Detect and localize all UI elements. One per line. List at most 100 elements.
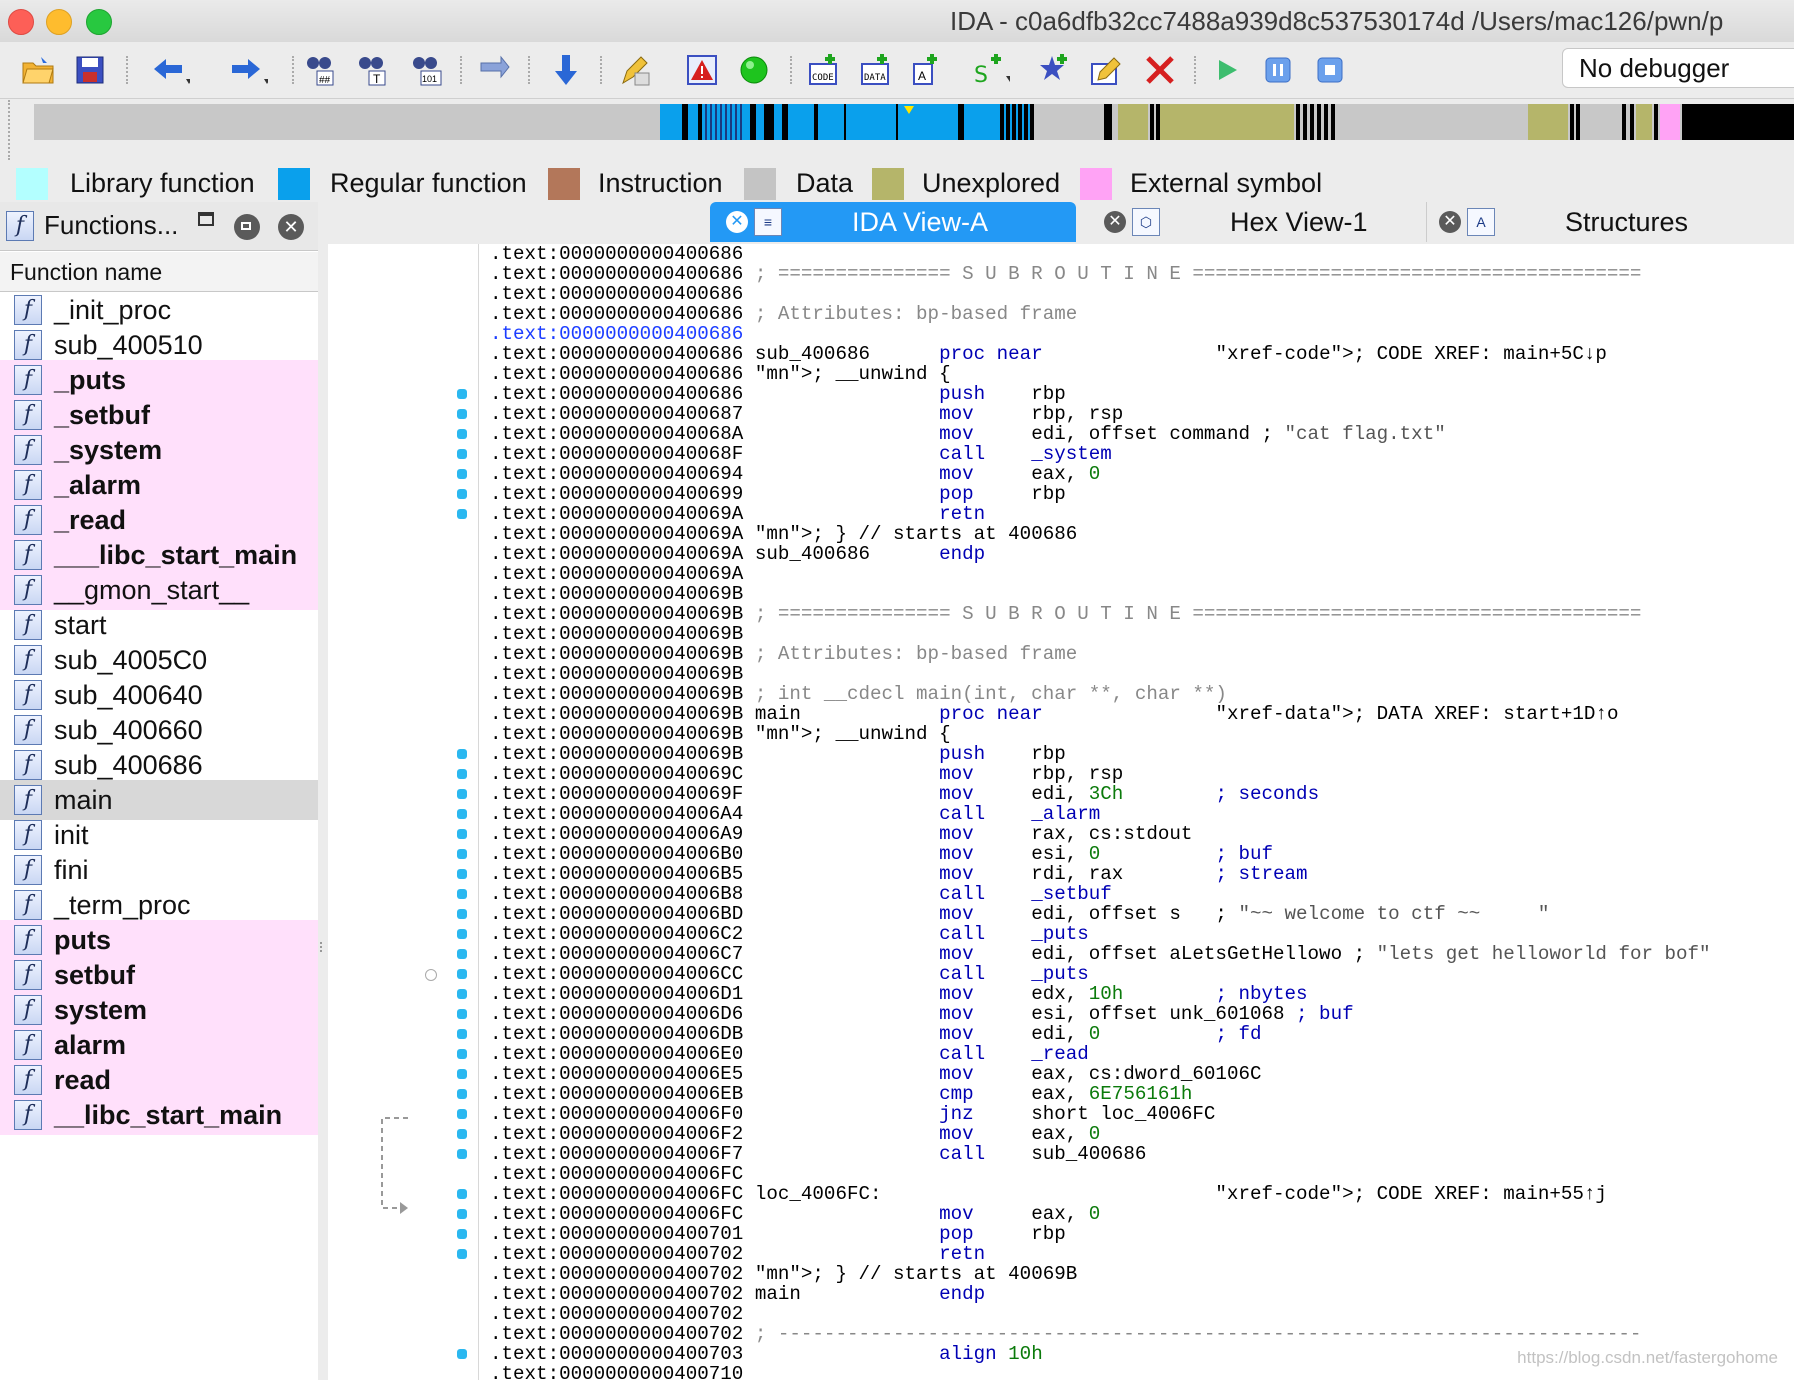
disasm-line[interactable]: .text:0000000000400686 sub_400686 proc n… [490, 344, 1711, 364]
disasm-line[interactable]: .text:00000000004006D1 mov edx, 10h ; nb… [490, 984, 1711, 1004]
breakpoint-dot[interactable] [457, 809, 467, 819]
breakpoint-dot[interactable] [457, 849, 467, 859]
green-circle-icon[interactable] [734, 50, 774, 90]
breakpoint-dot[interactable] [457, 949, 467, 959]
breakpoint-dot[interactable] [457, 509, 467, 519]
disasm-line[interactable]: .text:00000000004006CC call _puts [490, 964, 1711, 984]
disasm-line[interactable]: .text:000000000040069B [490, 664, 1711, 684]
forward-arrow-icon[interactable] [228, 50, 268, 90]
edit-pencil-icon[interactable] [1086, 50, 1126, 90]
function-row[interactable]: f puts [0, 920, 318, 960]
breakpoint-dot[interactable] [457, 1009, 467, 1019]
float-panel-icon[interactable] [234, 214, 260, 240]
problems-icon[interactable] [682, 50, 722, 90]
disasm-line[interactable]: .text:00000000004006F0 jnz short loc_400… [490, 1104, 1711, 1124]
breakpoint-dot[interactable] [457, 1189, 467, 1199]
disasm-line[interactable]: .text:000000000040069B [490, 584, 1711, 604]
breakpoint-dot[interactable] [457, 469, 467, 479]
disasm-line[interactable]: .text:000000000040069B main proc near "x… [490, 704, 1711, 724]
disasm-line[interactable]: .text:0000000000400687 mov rbp, rsp [490, 404, 1711, 424]
make-code-icon[interactable]: CODE [804, 50, 844, 90]
disasm-line[interactable]: .text:00000000004006A4 call _alarm [490, 804, 1711, 824]
breakpoint-dot[interactable] [457, 1149, 467, 1159]
disasm-line[interactable]: .text:000000000040069A "mn">; } // start… [490, 524, 1711, 544]
window-zoom-button[interactable] [86, 9, 112, 35]
disasm-line[interactable]: .text:00000000004006A9 mov rax, cs:stdou… [490, 824, 1711, 844]
function-row[interactable]: f read [0, 1060, 318, 1100]
tab-hex-view-1[interactable]: ✕ ⬡ Hex View-1 [1088, 202, 1418, 242]
jump-icon[interactable] [474, 50, 514, 90]
disasm-line[interactable]: .text:00000000004006F2 mov eax, 0 [490, 1124, 1711, 1144]
breakpoint-dot[interactable] [457, 1109, 467, 1119]
disasm-line[interactable]: .text:000000000040069B "mn">; __unwind { [490, 724, 1711, 744]
disasm-line[interactable]: .text:00000000004006FC [490, 1164, 1711, 1184]
search-binary-icon[interactable]: ## [300, 50, 340, 90]
disasm-line[interactable]: .text:000000000040069B ; Attributes: bp-… [490, 644, 1711, 664]
breakpoint-dot[interactable] [457, 1229, 467, 1239]
back-arrow-icon[interactable] [150, 50, 190, 90]
debugger-select[interactable]: No debugger [1562, 48, 1794, 88]
function-row[interactable]: f main [0, 780, 318, 820]
disasm-line[interactable]: .text:000000000040069A sub_400686 endp [490, 544, 1711, 564]
stop-icon[interactable] [1310, 50, 1350, 90]
disasm-line[interactable]: .text:00000000004006FC mov eax, 0 [490, 1204, 1711, 1224]
disasm-line[interactable]: .text:0000000000400686 ; ===============… [490, 264, 1711, 284]
function-row[interactable]: f sub_400660 [0, 710, 318, 750]
disasm-line[interactable]: .text:00000000004006BD mov edi, offset s… [490, 904, 1711, 924]
disasm-line[interactable]: .text:0000000000400686 [490, 284, 1711, 304]
disasm-line[interactable]: .text:00000000004006D6 mov esi, offset u… [490, 1004, 1711, 1024]
disasm-line[interactable]: .text:00000000004006E0 call _read [490, 1044, 1711, 1064]
disasm-line[interactable]: .text:0000000000400699 pop rbp [490, 484, 1711, 504]
run-play-icon[interactable] [1206, 50, 1246, 90]
disasm-line[interactable]: .text:000000000040069F mov edi, 3Ch ; se… [490, 784, 1711, 804]
breakpoint-dot[interactable] [457, 489, 467, 499]
breakpoint-dot[interactable] [457, 749, 467, 759]
disasm-line[interactable]: .text:000000000040069A retn [490, 504, 1711, 524]
navigation-band[interactable] [0, 100, 1794, 160]
breakpoint-dot[interactable] [457, 449, 467, 459]
disasm-line[interactable]: .text:00000000004006C7 mov edi, offset a… [490, 944, 1711, 964]
breakpoint-dot[interactable] [457, 969, 467, 979]
disasm-line[interactable]: .text:00000000004006E5 mov eax, cs:dword… [490, 1064, 1711, 1084]
breakpoint-dot[interactable] [457, 429, 467, 439]
disasm-line[interactable]: .text:000000000040068F call _system [490, 444, 1711, 464]
close-tab-icon[interactable]: ✕ [1104, 211, 1126, 233]
disasm-line[interactable]: .text:0000000000400702 [490, 1304, 1711, 1324]
disasm-line[interactable]: .text:00000000004006C2 call _puts [490, 924, 1711, 944]
function-row[interactable]: f init [0, 815, 318, 855]
make-struct-icon[interactable]: S [970, 50, 1010, 90]
disasm-line[interactable]: .text:0000000000400702 ; ---------------… [490, 1324, 1711, 1344]
breakpoint-dot[interactable] [457, 1029, 467, 1039]
undefine-x-icon[interactable] [1140, 50, 1180, 90]
function-row[interactable]: f _init_proc [0, 290, 318, 330]
function-row[interactable]: f _system [0, 430, 318, 470]
disasm-line[interactable]: .text:00000000004006B5 mov rdi, rax ; st… [490, 864, 1711, 884]
disasm-line[interactable]: .text:0000000000400686 ; Attributes: bp-… [490, 304, 1711, 324]
tab-structures[interactable]: ✕ A Structures [1426, 202, 1794, 242]
search-text-icon[interactable]: T [352, 50, 392, 90]
disasm-line[interactable]: .text:0000000000400701 pop rbp [490, 1224, 1711, 1244]
disasm-line[interactable]: .text:00000000004006F7 call sub_400686 [490, 1144, 1711, 1164]
make-data-icon[interactable]: DATA [856, 50, 896, 90]
window-close-button[interactable] [8, 9, 34, 35]
disasm-line[interactable]: .text:00000000004006EB cmp eax, 6E756161… [490, 1084, 1711, 1104]
breakpoint-dot[interactable] [457, 1129, 467, 1139]
disasm-line[interactable]: .text:0000000000400702 main endp [490, 1284, 1711, 1304]
breakpoint-dot[interactable] [457, 909, 467, 919]
breakpoint-dot[interactable] [457, 1069, 467, 1079]
function-row[interactable]: f sub_400686 [0, 745, 318, 785]
disasm-line[interactable]: .text:0000000000400694 mov eax, 0 [490, 464, 1711, 484]
close-tab-icon[interactable]: ✕ [1439, 211, 1461, 233]
breakpoint-dot[interactable] [457, 1049, 467, 1059]
disasm-line[interactable]: .text:00000000004006DB mov edi, 0 ; fd [490, 1024, 1711, 1044]
disasm-line[interactable]: .text:0000000000400686 push rbp [490, 384, 1711, 404]
function-name-column-header[interactable]: Function name [0, 252, 318, 292]
disasm-line[interactable]: .text:00000000004006FC loc_4006FC: "xref… [490, 1184, 1711, 1204]
breakpoint-dot[interactable] [457, 829, 467, 839]
close-panel-icon[interactable]: ✕ [278, 214, 304, 240]
breakpoint-dot[interactable] [457, 989, 467, 999]
disasm-line[interactable]: .text:00000000004006B0 mov esi, 0 ; buf [490, 844, 1711, 864]
function-row[interactable]: f sub_400640 [0, 675, 318, 715]
function-row[interactable]: f system [0, 990, 318, 1030]
window-minimize-button[interactable] [46, 9, 72, 35]
